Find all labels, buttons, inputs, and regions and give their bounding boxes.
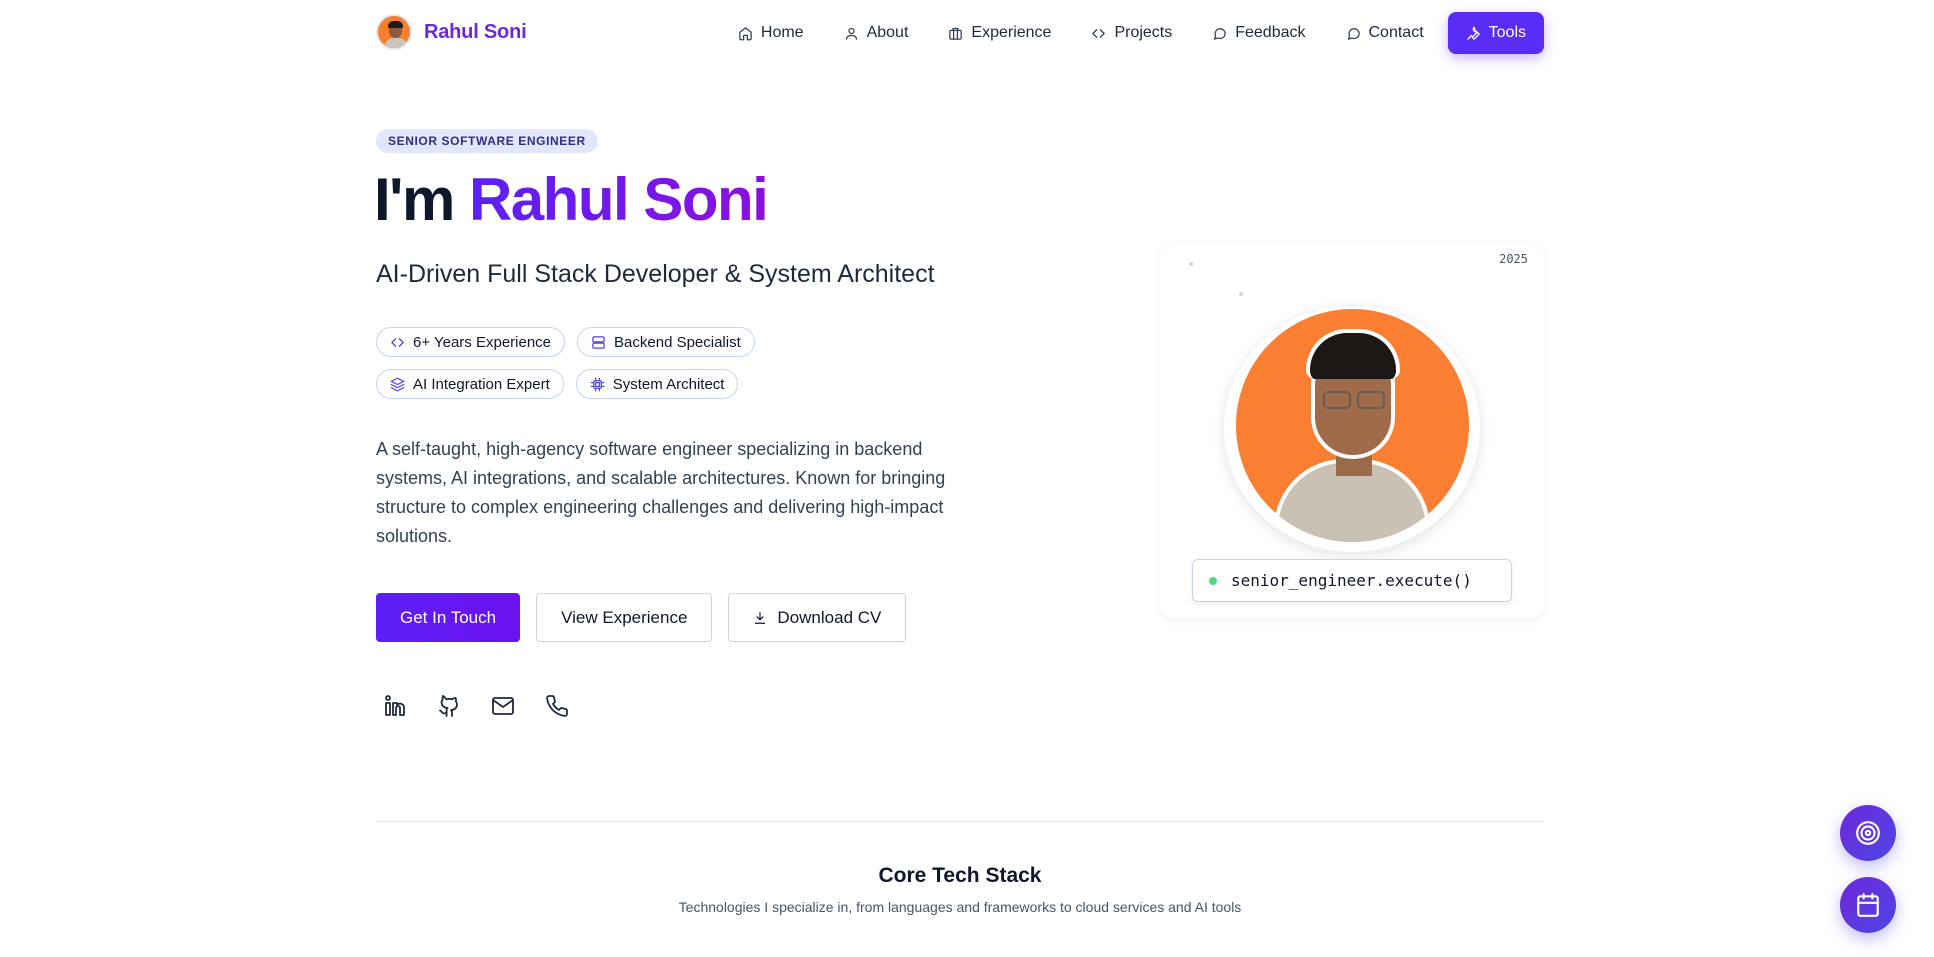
email-link[interactable] [490, 693, 516, 719]
site-header: Rahul Soni Home About Experience Project… [376, 12, 1544, 54]
brand[interactable]: Rahul Soni [376, 14, 527, 50]
chip-label: System Architect [612, 375, 725, 393]
nav-label: Feedback [1235, 24, 1306, 41]
hero-description: A self-taught, high-agency software engi… [376, 439, 946, 546]
social-links [382, 693, 570, 719]
tech-stack-subtitle: Technologies I specialize in, from langu… [678, 899, 1242, 915]
github-icon [439, 695, 458, 717]
goals-fab-button[interactable] [1840, 805, 1896, 861]
nav-label: Contact [1368, 24, 1424, 41]
download-icon [755, 611, 766, 624]
nav-item-tools[interactable]: Tools [1447, 12, 1544, 54]
chip-backend: Backend Specialist [577, 327, 755, 357]
wrench-icon [1466, 26, 1480, 40]
profile-photo [1236, 309, 1469, 542]
chip-label: AI Integration Expert [413, 375, 550, 393]
card-year: 2025 [1499, 252, 1528, 266]
role-badge: SENIOR SOFTWARE ENGINEER [376, 129, 598, 153]
brand-name[interactable]: Rahul Soni [424, 21, 527, 44]
nav-item-experience[interactable]: Experience [928, 12, 1071, 54]
code-icon [1092, 28, 1106, 38]
message-icon [1347, 27, 1360, 40]
hero-subtitle: AI-Driven Full Stack Developer & System … [376, 260, 935, 288]
layers-icon [390, 377, 405, 391]
status-dot [1209, 576, 1217, 585]
linkedin-link[interactable] [382, 693, 408, 719]
download-cv-label: Download CV [777, 607, 882, 627]
nav-label: Projects [1114, 24, 1173, 41]
chip-ai: AI Integration Expert [376, 369, 564, 399]
nav-item-about[interactable]: About [824, 12, 929, 54]
home-icon [739, 26, 752, 40]
target-icon [1856, 821, 1880, 845]
hero-title-name: Rahul Soni [468, 166, 769, 233]
nav-item-contact[interactable]: Contact [1326, 12, 1444, 54]
github-link[interactable] [436, 693, 462, 719]
chip-label: 6+ Years Experience [413, 333, 552, 351]
skill-chips: 6+ Years Experience Backend Specialist A… [376, 327, 976, 411]
download-cv-button[interactable]: Download CV [728, 593, 907, 642]
chip-experience: 6+ Years Experience [376, 327, 566, 357]
cpu-icon [590, 377, 605, 391]
schedule-fab-button[interactable] [1840, 877, 1896, 933]
code-icon [391, 337, 404, 347]
terminal-command: senior_engineer.execute() [1231, 571, 1472, 590]
main-nav: Home About Experience Projects Feedback … [718, 12, 1544, 54]
phone-icon [546, 695, 568, 717]
server-icon [592, 335, 605, 349]
get-in-touch-button[interactable]: Get In Touch [376, 593, 521, 642]
nav-label: Home [760, 24, 804, 41]
linkedin-icon [385, 695, 405, 716]
user-icon [845, 27, 857, 40]
decor-dot [1189, 262, 1193, 266]
briefcase-icon [949, 27, 963, 40]
nav-label: Experience [971, 24, 1052, 41]
section-divider [376, 821, 1544, 822]
brand-avatar [376, 14, 412, 50]
calendar-icon [1857, 893, 1879, 917]
view-experience-button[interactable]: View Experience [536, 593, 713, 642]
hero-title-prefix: I'm [374, 166, 469, 233]
nav-item-home[interactable]: Home [718, 12, 824, 54]
hero-title: I'm Rahul Soni [374, 164, 769, 236]
nav-label: About [866, 24, 909, 41]
hero-actions: Get In Touch View Experience Download CV [376, 593, 907, 642]
nav-item-feedback[interactable]: Feedback [1192, 12, 1325, 54]
chip-label: Backend Specialist [614, 333, 741, 351]
phone-link[interactable] [544, 693, 570, 719]
nav-item-projects[interactable]: Projects [1071, 12, 1192, 54]
tech-stack-title: Core Tech Stack [878, 864, 1042, 887]
nav-label: Tools [1488, 24, 1526, 41]
message-icon [1214, 27, 1226, 40]
decor-dot [1239, 292, 1243, 296]
profile-card: 2025 senior_engineer.execute() [1160, 244, 1544, 618]
terminal-badge: senior_engineer.execute() [1192, 559, 1512, 602]
mail-icon [492, 697, 514, 715]
chip-architect: System Architect [575, 369, 739, 399]
